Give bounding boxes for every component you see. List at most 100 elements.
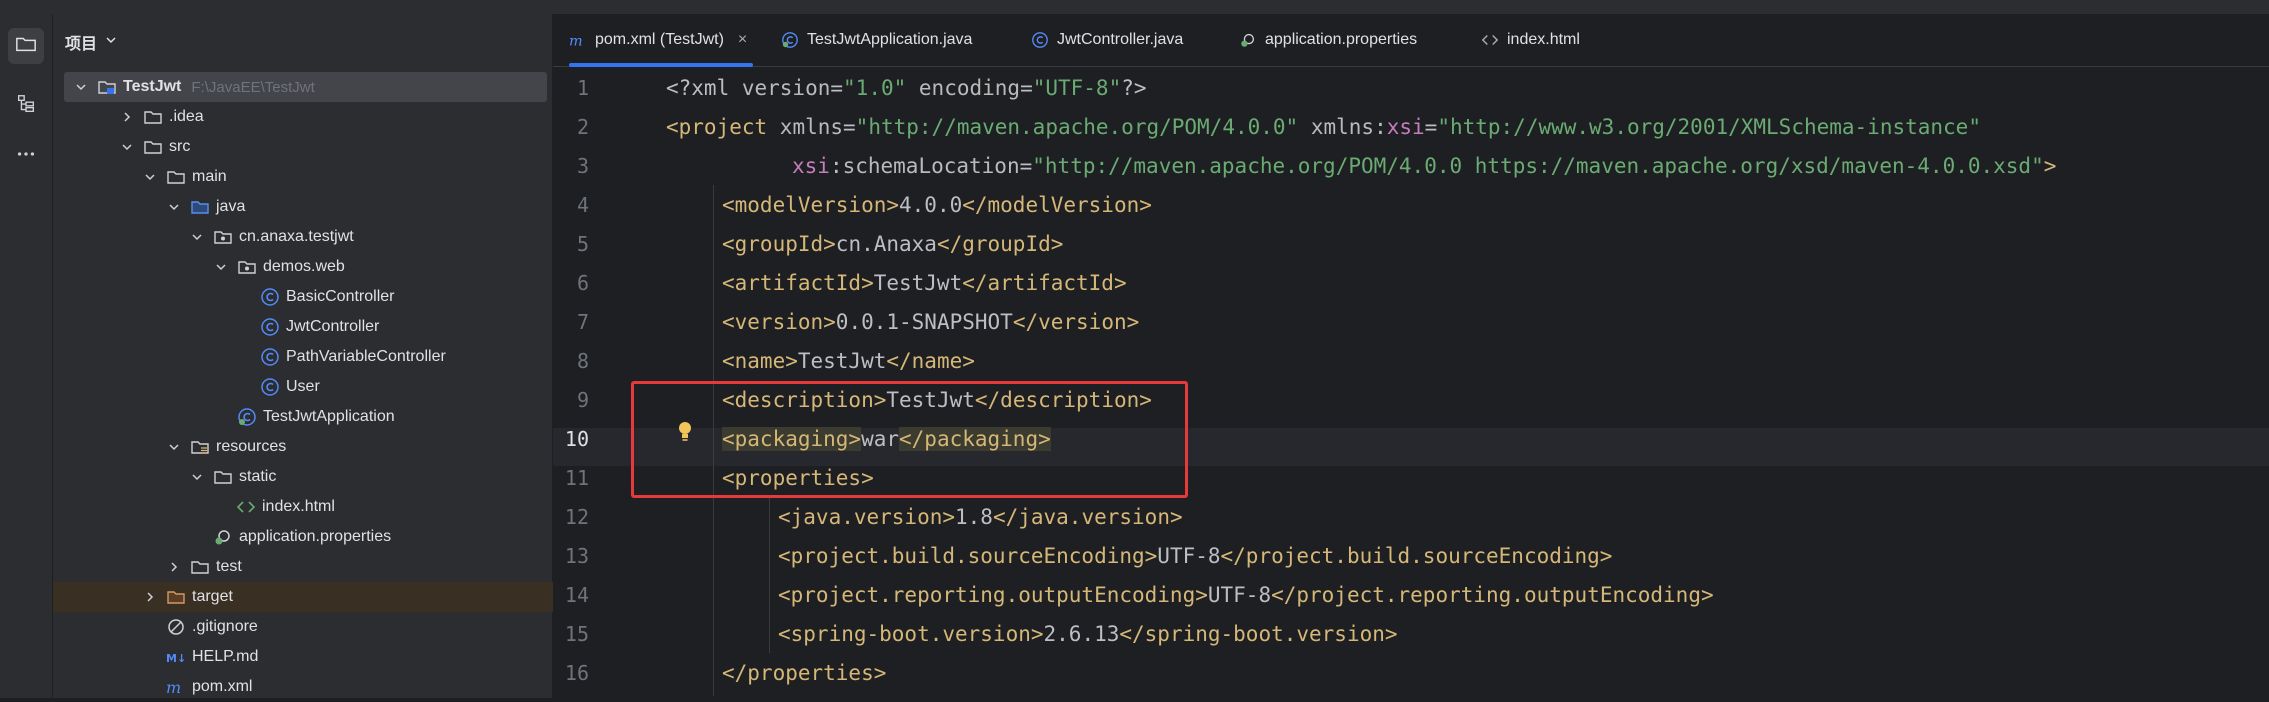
line-number-gutter: 1 2 3 4 5 6 7 8 9 10 11 12 13 14 15 16 xyxy=(553,67,643,698)
chevron-right-icon[interactable] xyxy=(166,559,182,575)
tool-window-strip xyxy=(0,14,53,698)
tree-item-label: .gitignore xyxy=(192,618,258,635)
properties-file-icon xyxy=(213,527,233,547)
line-number: 2 xyxy=(576,115,589,139)
tree-item-label: target xyxy=(192,588,233,605)
tab-jwtcontroller-java[interactable]: JwtController.java xyxy=(1031,14,1183,66)
line-number: 12 xyxy=(564,505,589,529)
tree-item-label: HELP.md xyxy=(192,648,259,665)
chevron-down-icon[interactable] xyxy=(189,469,205,485)
code-line-6: <artifactId>TestJwt</artifactId> xyxy=(722,271,1127,295)
more-tools-button[interactable] xyxy=(8,138,44,174)
chevron-down-icon[interactable] xyxy=(213,259,229,275)
line-number: 3 xyxy=(576,154,589,178)
chevron-down-icon[interactable] xyxy=(166,199,182,215)
tree-item-label: main xyxy=(192,168,227,185)
line-number: 1 xyxy=(576,76,589,100)
tab-index-html[interactable]: index.html xyxy=(1481,14,1580,66)
chevron-down-icon[interactable] xyxy=(119,139,135,155)
line-number: 11 xyxy=(564,466,589,490)
tab-label: application.properties xyxy=(1265,31,1418,48)
project-tool-button[interactable] xyxy=(8,28,44,64)
structure-tool-button[interactable] xyxy=(8,88,44,124)
code-line-4: <modelVersion>4.0.0</modelVersion> xyxy=(722,193,1152,217)
class-icon xyxy=(260,347,280,367)
tab-label: TestJwtApplication.java xyxy=(807,31,973,48)
line-number: 6 xyxy=(576,271,589,295)
svg-text:m: m xyxy=(569,33,583,49)
line-number: 14 xyxy=(564,583,589,607)
tab-testjwtapplication-java[interactable]: TestJwtApplication.java xyxy=(781,14,972,66)
folder-icon xyxy=(143,137,163,157)
tab-label: JwtController.java xyxy=(1057,31,1184,48)
code-line-16: </properties> xyxy=(722,661,887,685)
code-line-3: xsi:schemaLocation="http://maven.apache.… xyxy=(792,154,2057,178)
spring-boot-class-icon xyxy=(237,407,257,427)
editor-area: m pom.xml (TestJwt) × TestJwtApplication… xyxy=(553,14,2269,698)
tree-item-label: TestJwt xyxy=(123,78,182,95)
tab-pom-xml[interactable]: m pom.xml (TestJwt) × xyxy=(569,14,754,67)
code-line-1: <?xml version="1.0" encoding="UTF-8"?> xyxy=(666,76,1147,100)
code-line-13: <project.build.sourceEncoding>UTF-8</pro… xyxy=(778,544,1613,568)
project-path: F:\JavaEE\TestJwt xyxy=(191,78,315,96)
tree-item-label: demos.web xyxy=(263,258,345,275)
tree-item-idea[interactable]: .idea xyxy=(53,102,618,132)
folder-icon xyxy=(143,107,163,127)
maven-icon: m xyxy=(166,677,186,697)
line-number: 15 xyxy=(564,622,589,646)
code-line-8: <name>TestJwt</name> xyxy=(722,349,975,373)
tree-item-label: src xyxy=(169,138,191,155)
tree-item-label: cn.anaxa.testjwt xyxy=(239,228,354,245)
chevron-right-icon[interactable] xyxy=(119,109,135,125)
class-icon xyxy=(260,317,280,337)
chevron-down-icon xyxy=(105,33,117,51)
folder-icon xyxy=(213,467,233,487)
line-number: 4 xyxy=(576,193,589,217)
chevron-down-icon[interactable] xyxy=(166,439,182,455)
code-line-2: <project xmlns="http://maven.apache.org/… xyxy=(666,115,1981,139)
folder-icon xyxy=(190,557,210,577)
line-number: 9 xyxy=(576,388,589,412)
line-number: 13 xyxy=(564,544,589,568)
editor-tab-bar: m pom.xml (TestJwt) × TestJwtApplication… xyxy=(553,14,2269,67)
properties-file-icon xyxy=(1239,31,1257,49)
line-number: 7 xyxy=(576,310,589,334)
project-view-selector[interactable]: 项目 xyxy=(65,28,117,56)
tab-application-properties[interactable]: application.properties xyxy=(1239,14,1417,66)
project-panel: 项目 TestJwt F:\JavaEE\TestJwt .idea src m… xyxy=(53,14,641,698)
svg-text:m: m xyxy=(166,678,181,697)
tree-item-label: JwtController xyxy=(286,318,380,335)
code-line-7: <version>0.0.1-SNAPSHOT</version> xyxy=(722,310,1140,334)
tree-item-label: static xyxy=(239,468,277,485)
tree-item-src[interactable]: src xyxy=(53,132,618,162)
gitignore-icon xyxy=(166,617,186,637)
class-icon xyxy=(260,377,280,397)
annotation-highlight-box xyxy=(631,381,1188,498)
chevron-down-icon[interactable] xyxy=(73,79,89,95)
code-line-14: <project.reporting.outputEncoding>UTF-8<… xyxy=(778,583,1714,607)
line-number: 8 xyxy=(576,349,589,373)
panel-title: 项目 xyxy=(65,36,98,53)
tree-item-label: .idea xyxy=(169,108,204,125)
close-icon[interactable]: × xyxy=(738,31,747,49)
spring-boot-class-icon xyxy=(781,31,799,49)
tree-item-label: User xyxy=(286,378,320,395)
tree-item-testjwt[interactable]: TestJwt F:\JavaEE\TestJwt xyxy=(64,72,547,102)
line-number: 16 xyxy=(564,661,589,685)
code-line-5: <groupId>cn.Anaxa</groupId> xyxy=(722,232,1064,256)
html-file-icon xyxy=(236,497,256,517)
chevron-down-icon[interactable] xyxy=(142,169,158,185)
code-line-12: <java.version>1.8</java.version> xyxy=(778,505,1183,529)
package-icon xyxy=(213,227,233,247)
class-icon xyxy=(1031,31,1049,49)
markdown-icon: M↓ xyxy=(166,647,186,667)
tab-label: pom.xml (TestJwt) xyxy=(595,31,724,48)
maven-icon: m xyxy=(569,31,587,49)
excluded-folder-icon xyxy=(166,587,186,607)
source-folder-icon xyxy=(190,197,210,217)
title-bar-strip xyxy=(0,0,2269,15)
line-number-current: 10 xyxy=(564,427,589,451)
chevron-down-icon[interactable] xyxy=(189,229,205,245)
module-folder-icon xyxy=(97,77,117,97)
chevron-right-icon[interactable] xyxy=(142,589,158,605)
